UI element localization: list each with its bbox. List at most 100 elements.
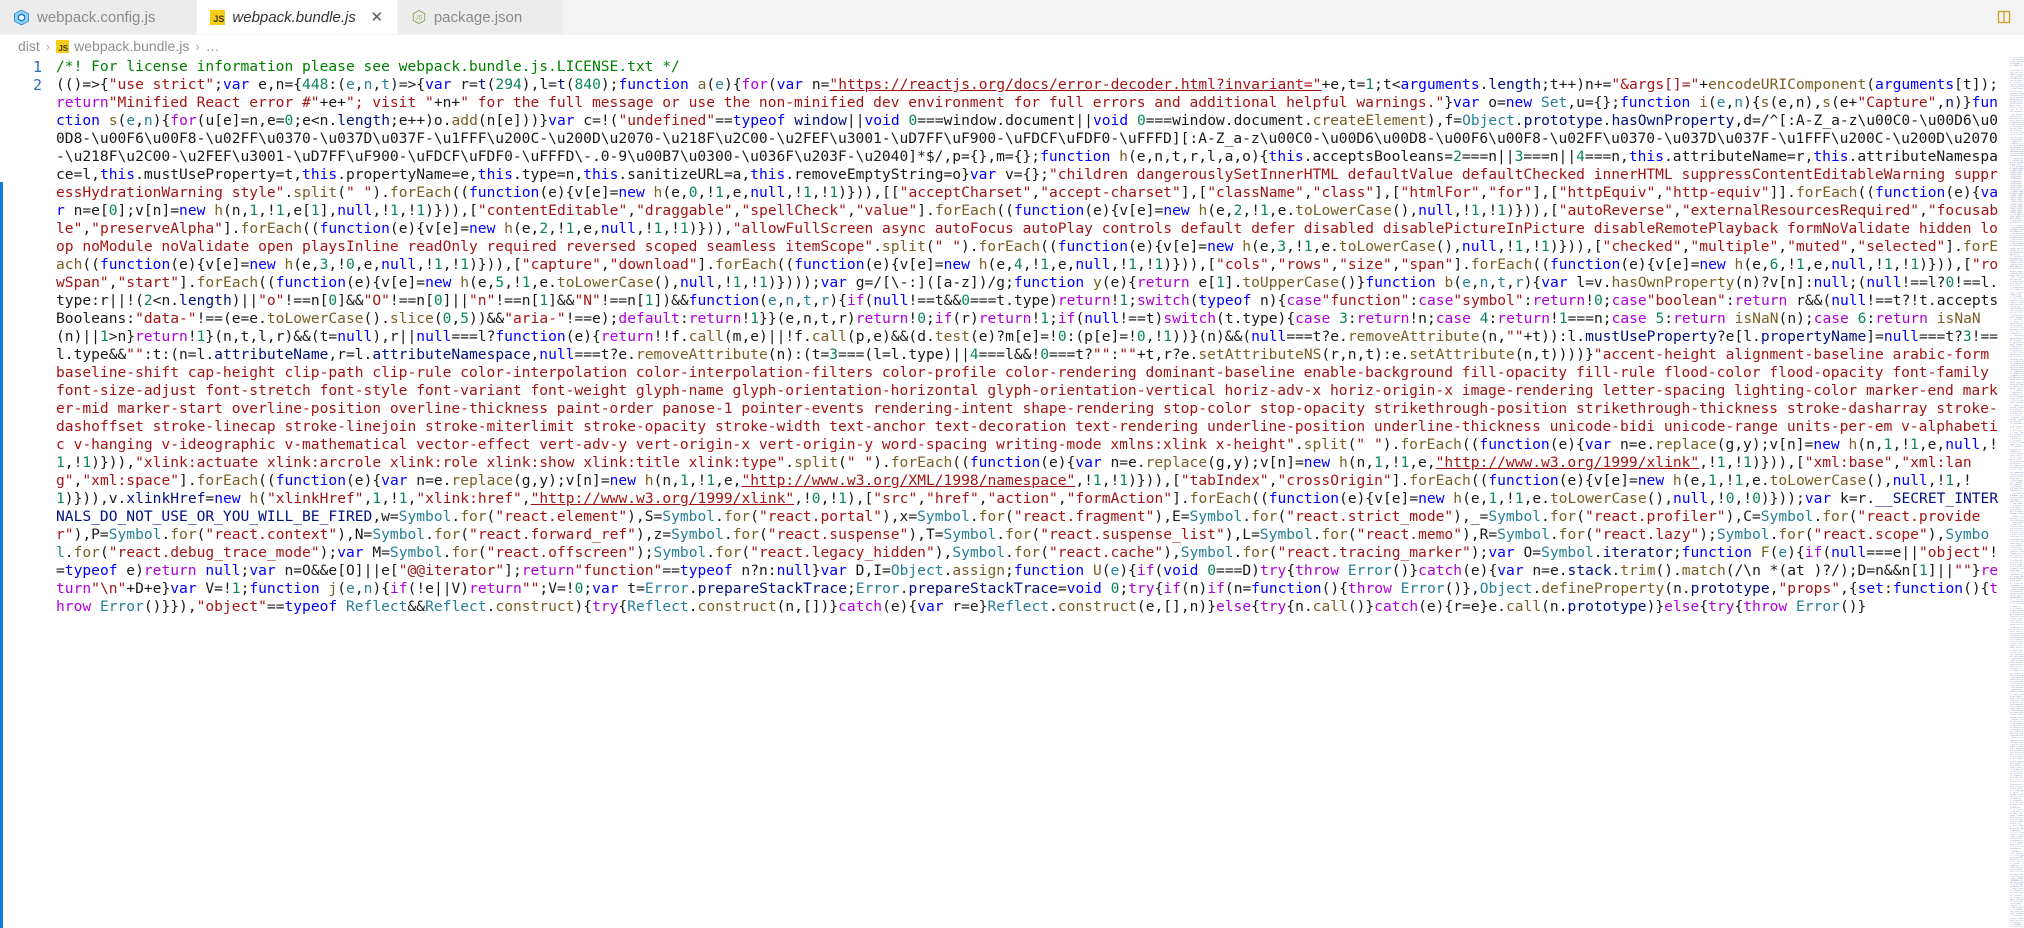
code-token: ); — [600, 76, 619, 93]
split-editor-icon[interactable] — [1996, 8, 2014, 26]
code-token: n — [143, 112, 153, 129]
code-token: null — [873, 292, 909, 309]
code-token: "react.memo" — [1356, 526, 1462, 543]
code-token: 1 — [715, 184, 724, 201]
code-token: ,! — [1699, 454, 1717, 471]
code-token: return — [688, 310, 742, 327]
code-token: "react.element" — [495, 508, 628, 525]
breadcrumb-item-file[interactable]: JS webpack.bundle.js — [56, 38, 189, 54]
code-token: ( — [925, 238, 935, 255]
tab-webpack-bundle-js[interactable]: JS webpack.bundle.js ✕ — [197, 0, 398, 34]
code-token: removeAttribute — [635, 346, 768, 363]
code-token: , — [135, 112, 144, 129]
code-token: 0 — [1945, 274, 1955, 291]
code-token[interactable]: "http://www.w3.org/1999/xlink" — [531, 490, 795, 507]
code-token[interactable]: "http://www.w3.org/XML/1998/namespace" — [741, 472, 1075, 489]
code-token[interactable]: "https://reactjs.org/docs/error-decoder.… — [829, 76, 1321, 93]
code-token: (e){v[e]= — [1620, 256, 1700, 273]
code-token: ,! — [258, 202, 276, 219]
code-token: (e,[],n)} — [1136, 598, 1216, 615]
code-content[interactable]: /*! For license information please see w… — [56, 57, 2010, 928]
code-token: 1 — [1128, 256, 1137, 273]
code-token: 3 — [1277, 238, 1287, 255]
code-token: (( — [996, 202, 1014, 219]
code-token: return — [978, 310, 1032, 327]
code-token: ]. — [917, 202, 935, 219]
code-token: null — [205, 562, 241, 579]
code-token: 0 — [688, 184, 698, 201]
code-token: "draggable" — [636, 202, 733, 219]
code-token: , — [1057, 490, 1067, 507]
code-token: ( — [460, 526, 470, 543]
code-token: )} — [1954, 94, 1972, 111]
code-token: : — [1347, 310, 1357, 327]
code-token: ; — [1128, 292, 1137, 309]
code-token: . — [451, 508, 461, 525]
code-token: "" — [521, 580, 540, 597]
code-token: return — [56, 94, 109, 111]
minimap[interactable]: /*! For license information please see w… — [2010, 57, 2024, 928]
code-token: e[ — [1189, 274, 1216, 291]
code-token: , — [1673, 202, 1682, 219]
code-token: , — [846, 202, 856, 219]
code-editor[interactable]: 12 /*! For license information please se… — [0, 57, 2024, 928]
code-token: match — [1681, 562, 1726, 579]
code-token: new — [214, 490, 241, 507]
code-token: "@@iterator" — [398, 562, 505, 579]
breadcrumb: dist › JS webpack.bundle.js › … — [0, 35, 2024, 57]
code-token: "use strict" — [108, 76, 215, 93]
breadcrumb-item-symbol[interactable]: … — [206, 38, 220, 54]
code-token: this — [1268, 148, 1304, 165]
code-token: 1 — [56, 454, 65, 471]
code-token: null — [750, 184, 786, 201]
tab-webpack-config-js[interactable]: webpack.config.js ✕ — [0, 0, 198, 34]
code-token: Error — [1796, 598, 1840, 615]
code-token: ),N= — [337, 526, 373, 543]
code-token: 0 — [1752, 490, 1761, 507]
code-token: ===(l=l.type)|| — [838, 346, 970, 363]
code-token: (), — [1646, 490, 1673, 507]
code-token: ]. — [1391, 472, 1410, 489]
code-token: function — [1013, 562, 1085, 579]
tab-package-json[interactable]: JS package.json ✕ — [397, 0, 565, 34]
code-token: "checked" — [1602, 238, 1682, 255]
code-token: Reflect — [425, 598, 487, 615]
code-token: null — [1831, 544, 1867, 561]
code-token: 0 — [346, 256, 355, 273]
code-token: (m,e)||!f. — [723, 328, 812, 345]
breadcrumb-separator-icon: › — [195, 38, 200, 54]
code-token: ! — [1585, 292, 1594, 309]
code-token: ( — [1866, 76, 1876, 93]
code-token: "\n" — [91, 580, 127, 597]
code-token: "href" — [926, 490, 979, 507]
code-token: ],[ — [1532, 184, 1559, 201]
code-token: e — [126, 112, 136, 129]
code-token: ,! — [1892, 256, 1911, 273]
code-token: var — [170, 580, 197, 597]
code-token: length — [337, 112, 390, 129]
code-token: var — [548, 112, 575, 129]
code-token: ){ — [574, 598, 593, 615]
code-token: "download" — [609, 256, 698, 273]
code-token: var — [249, 562, 276, 579]
code-token: (), — [653, 274, 680, 291]
code-token: , — [1936, 94, 1946, 111]
tab-close-icon[interactable]: ✕ — [369, 8, 385, 26]
code-token: ]. — [1453, 256, 1471, 273]
code-token: switch — [1163, 310, 1217, 327]
code-token: ,! — [1523, 238, 1542, 255]
code-token: new — [1303, 454, 1331, 471]
code-token: . — [785, 454, 795, 471]
code-token: )}))); — [767, 274, 821, 291]
code-token[interactable]: "http://www.w3.org/1999/xlink" — [1436, 454, 1700, 471]
code-token: ; — [846, 580, 856, 597]
code-token: this — [99, 166, 136, 183]
code-token: "react.tracing_marker" — [1277, 544, 1471, 561]
code-token: ,e. — [1743, 472, 1770, 489]
code-token: void — [1092, 112, 1129, 129]
code-token: ,! — [1778, 256, 1797, 273]
breadcrumb-item-dist[interactable]: dist — [18, 38, 40, 54]
code-token: ( — [1075, 310, 1085, 327]
code-token: trim — [1620, 562, 1656, 579]
